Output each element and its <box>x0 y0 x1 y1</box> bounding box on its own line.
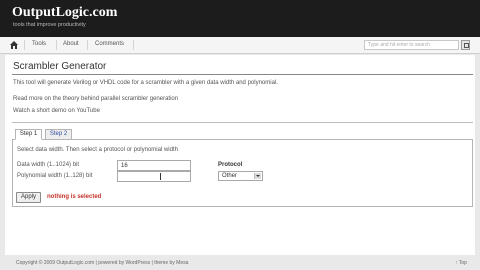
text-cursor-icon <box>160 173 161 180</box>
chevron-down-icon <box>254 173 261 179</box>
main-content: Scrambler Generator This tool will gener… <box>5 55 475 255</box>
polynomial-width-input[interactable] <box>117 171 191 182</box>
back-to-top-link[interactable]: ↑ Top <box>455 260 467 266</box>
description-text: This tool will generate Verilog or VHDL … <box>13 80 278 86</box>
data-width-input[interactable]: 16 <box>117 160 191 171</box>
nav-divider <box>133 40 134 50</box>
nav-divider <box>24 40 25 50</box>
data-width-label: Data width (1..1024) bit <box>17 162 80 168</box>
footer: Copyright © 2009 OutputLogic.com | power… <box>0 257 480 270</box>
nav-divider <box>56 40 57 50</box>
page-title: Scrambler Generator <box>13 61 107 72</box>
home-icon[interactable] <box>10 41 18 49</box>
nav-divider <box>87 40 88 50</box>
search-button[interactable] <box>461 40 470 50</box>
nav-item-comments[interactable]: Comments <box>95 41 124 47</box>
site-title[interactable]: OutputLogic.com <box>12 5 117 21</box>
youtube-demo-link[interactable]: Watch a short demo on YouTube <box>13 108 100 114</box>
title-divider <box>12 74 473 75</box>
nav-item-tools[interactable]: Tools <box>32 41 46 47</box>
protocol-select[interactable]: Other <box>218 171 263 181</box>
footer-copyright: Copyright © 2009 OutputLogic.com | power… <box>16 260 189 266</box>
site-tagline: tools that improve productivity <box>13 22 86 28</box>
theory-link[interactable]: Read more on the theory behind parallel … <box>13 96 178 102</box>
protocol-selected-value: Other <box>222 173 238 179</box>
form-instruction: Select data width. Then select a protoco… <box>17 147 178 153</box>
nav-item-about[interactable]: About <box>63 41 79 47</box>
protocol-label: Protocol <box>218 162 243 168</box>
section-divider <box>12 122 473 123</box>
tab-step-1[interactable]: Step 1 <box>15 129 42 140</box>
status-message: nothing is selected <box>47 194 102 200</box>
step-1-panel: Select data width. Then select a protoco… <box>12 139 473 207</box>
site-header: OutputLogic.com tools that improve produ… <box>0 0 480 37</box>
apply-button[interactable]: Apply <box>16 192 41 203</box>
polynomial-width-label: Polynomial width (1..128) bit <box>17 173 93 179</box>
search-input[interactable]: Type and hit enter to search <box>364 40 459 50</box>
